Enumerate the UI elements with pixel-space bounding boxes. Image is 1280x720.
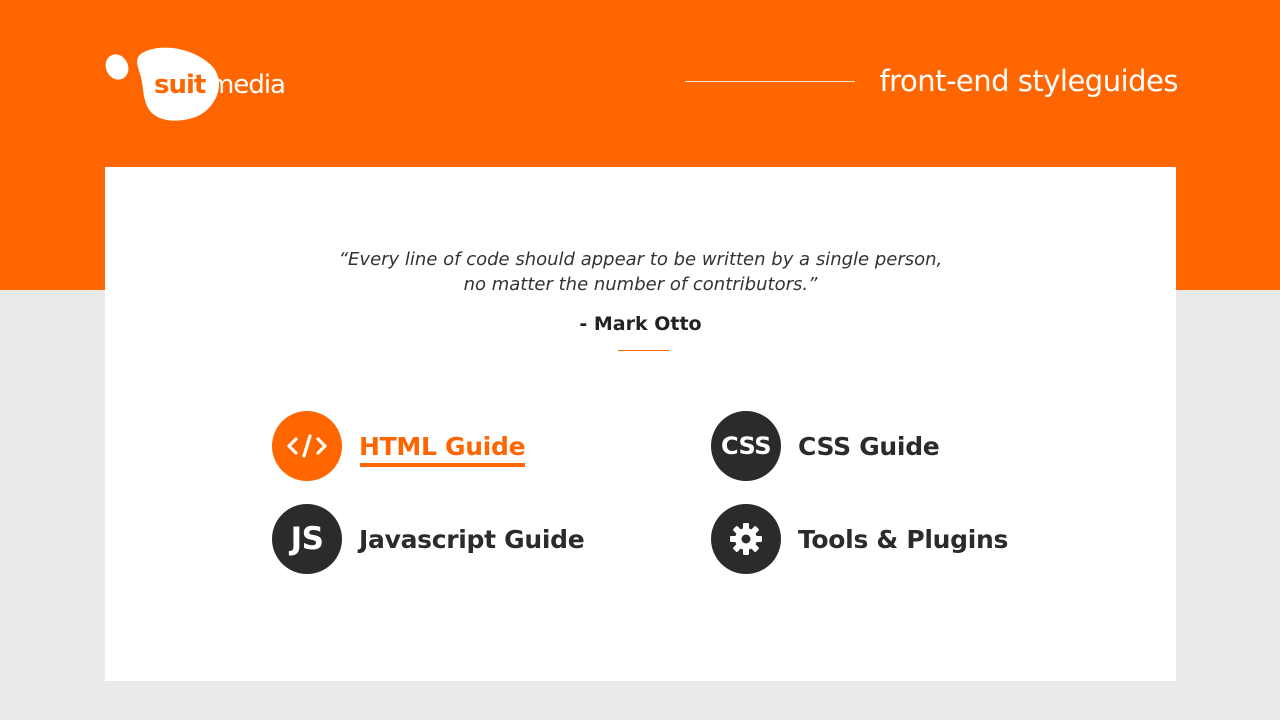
header-divider [685, 81, 855, 82]
js-icon: JS [272, 504, 342, 574]
tools-plugins-label: Tools & Plugins [798, 524, 1009, 554]
css-guide-label: CSS Guide [798, 431, 940, 461]
css-icon: CSS [711, 411, 781, 481]
html-guide-link[interactable]: HTML Guide [272, 411, 526, 481]
quote-line-1: “Every line of code should appear to be … [338, 249, 943, 270]
js-icon-text: JS [290, 521, 324, 557]
css-icon-text: CSS [720, 432, 772, 460]
html-guide-label: HTML Guide [359, 431, 526, 467]
tools-plugins-link[interactable]: Tools & Plugins [711, 504, 1008, 574]
main-card: “Every line of code should appear to be … [105, 167, 1176, 681]
quote-author: - Mark Otto [579, 313, 702, 335]
quote-line-2: no matter the number of contributors.” [463, 274, 818, 295]
author-divider [618, 350, 669, 351]
quote-block: “Every line of code should appear to be … [105, 247, 1176, 297]
gear-icon-glyph [730, 523, 762, 555]
code-icon [272, 411, 342, 481]
javascript-guide-link[interactable]: JS Javascript Guide [272, 504, 585, 574]
page-title: front-end styleguides [879, 64, 1178, 98]
logo-text-media: media [209, 70, 286, 100]
logo-text-suit: suit [154, 70, 206, 100]
gear-icon [711, 504, 781, 574]
code-icon-glyph [287, 434, 327, 458]
javascript-guide-label: Javascript Guide [359, 524, 585, 554]
css-guide-link[interactable]: CSS CSS Guide [711, 411, 940, 481]
suitmedia-logo[interactable]: suit media [104, 44, 304, 124]
